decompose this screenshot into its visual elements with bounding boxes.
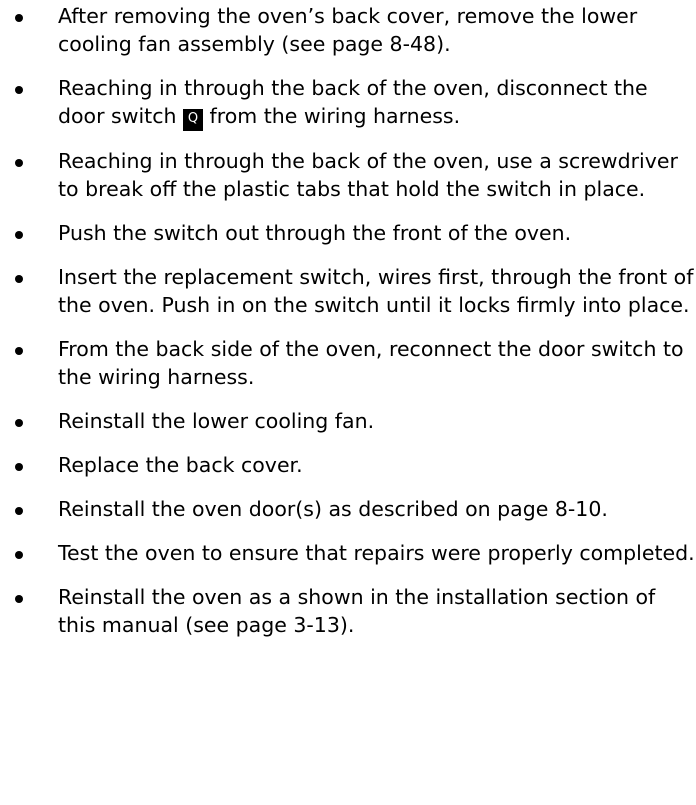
list-item: Reinstall the oven door(s) as described …	[0, 495, 696, 523]
list-item: After removing the oven’s back cover, re…	[0, 2, 696, 58]
step-text: From the back side of the oven, reconnec…	[58, 337, 684, 389]
bullet-icon	[15, 419, 23, 427]
bullet-icon	[15, 275, 23, 283]
bullet-icon	[15, 551, 23, 559]
list-item: Reinstall the oven as a shown in the ins…	[0, 583, 696, 639]
step-text: Reinstall the oven door(s) as described …	[58, 497, 608, 521]
list-item: Insert the replacement switch, wires fir…	[0, 263, 696, 319]
step-text: After removing the oven’s back cover, re…	[58, 4, 638, 56]
bullet-icon	[15, 595, 23, 603]
list-item: Reaching in through the back of the oven…	[0, 74, 696, 131]
list-item: Reaching in through the back of the oven…	[0, 147, 696, 203]
bullet-icon	[15, 14, 23, 22]
bullet-icon	[15, 159, 23, 167]
list-item: Test the oven to ensure that repairs wer…	[0, 539, 696, 567]
step-text: Push the switch out through the front of…	[58, 221, 572, 245]
step-text: Reaching in through the back of the oven…	[58, 149, 678, 201]
step-text: Reinstall the lower cooling fan.	[58, 409, 375, 433]
bullet-icon	[15, 231, 23, 239]
step-text: Reinstall the oven as a shown in the ins…	[58, 585, 656, 637]
step-text: Replace the back cover.	[58, 453, 303, 477]
list-item: From the back side of the oven, reconnec…	[0, 335, 696, 391]
list-item: Replace the back cover.	[0, 451, 696, 479]
callout-badge: Q	[183, 109, 204, 131]
step-text-after-callout: from the wiring harness.	[203, 104, 461, 128]
list-item: Reinstall the lower cooling fan.	[0, 407, 696, 435]
step-text: Test the oven to ensure that repairs wer…	[58, 541, 695, 565]
bullet-icon	[15, 347, 23, 355]
procedure-steps-list: After removing the oven’s back cover, re…	[0, 2, 696, 655]
bullet-icon	[15, 507, 23, 515]
list-item: Push the switch out through the front of…	[0, 219, 696, 247]
bullet-icon	[15, 86, 23, 94]
bullet-icon	[15, 463, 23, 471]
step-text: Insert the replacement switch, wires fir…	[58, 265, 694, 317]
